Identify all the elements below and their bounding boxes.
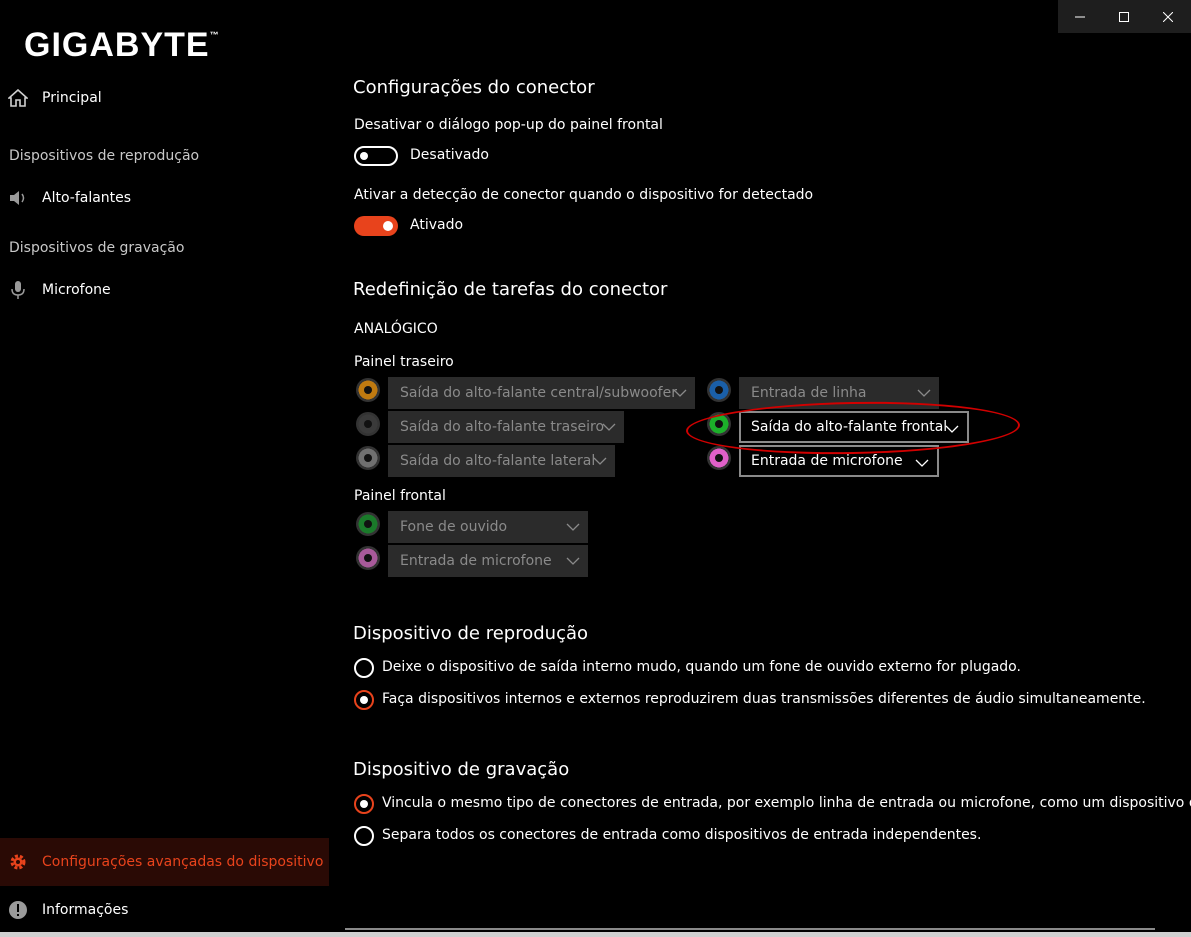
select-mic-in-front[interactable]: Entrada de microfone: [388, 545, 588, 577]
recording-devices-header: Dispositivos de gravação: [9, 240, 185, 256]
select-headphone[interactable]: Fone de ouvido: [388, 511, 588, 543]
window-bottom-border: [0, 932, 1191, 937]
minimize-button[interactable]: [1058, 0, 1102, 33]
playback-option-1-label: Deixe o dispositivo de saída interno mud…: [382, 659, 1021, 675]
sidebar-item-label: Alto-falantes: [42, 190, 132, 206]
jack-mic-in-rear: [707, 446, 731, 470]
rear-panel-label: Painel traseiro: [354, 354, 454, 370]
recording-option-2-radio[interactable]: [354, 826, 374, 846]
chevron-down-icon: [593, 457, 607, 465]
recording-device-title: Dispositivo de gravação: [353, 759, 570, 780]
recording-option-1-radio[interactable]: [354, 794, 374, 814]
select-value: Fone de ouvido: [400, 519, 508, 535]
select-value: Saída do alto-falante traseiro: [400, 419, 605, 435]
close-icon: [1163, 11, 1173, 22]
jack-headphone: [356, 512, 380, 536]
jack-center-subwoofer: [356, 378, 380, 402]
annotation-circle: [685, 399, 1021, 457]
jack-line-in: [707, 378, 731, 402]
sidebar-item-advanced-settings[interactable]: Configurações avançadas do dispositivo: [0, 838, 329, 886]
detect-toggle[interactable]: [354, 216, 398, 236]
chevron-down-icon: [566, 557, 580, 565]
recording-option-2-label: Separa todos os conectores de entrada co…: [382, 827, 982, 843]
playback-option-2-radio[interactable]: [354, 690, 374, 710]
select-value: Entrada de microfone: [400, 553, 552, 569]
detect-state: Ativado: [410, 217, 464, 233]
maximize-button[interactable]: [1102, 0, 1146, 33]
sidebar-item-microfone[interactable]: Microfone: [0, 266, 329, 314]
maximize-icon: [1119, 11, 1129, 22]
jack-rear: [356, 412, 380, 436]
sidebar-item-label: Informações: [42, 902, 129, 918]
retasking-title: Redefinição de tarefas do conector: [353, 279, 668, 300]
recording-option-1-label: Vincula o mesmo tipo de conectores de en…: [382, 795, 1191, 811]
chevron-down-icon: [917, 389, 931, 397]
select-value: Entrada de linha: [751, 385, 867, 401]
sidebar-item-label: Configurações avançadas do dispositivo: [42, 854, 324, 870]
microphone-icon: [8, 280, 28, 300]
chevron-down-icon: [673, 389, 687, 397]
speaker-icon: [8, 188, 28, 208]
sidebar-item-principal[interactable]: Principal: [0, 74, 329, 122]
playback-device-title: Dispositivo de reprodução: [353, 623, 589, 644]
popup-label: Desativar o diálogo pop-up do painel fro…: [354, 117, 663, 133]
analog-label: ANALÓGICO: [354, 321, 438, 337]
select-value: Saída do alto-falante lateral: [400, 453, 596, 469]
sidebar-item-informacoes[interactable]: Informações: [0, 886, 329, 934]
popup-state: Desativado: [410, 147, 489, 163]
select-value: Entrada de microfone: [751, 453, 903, 469]
front-panel-label: Painel frontal: [354, 488, 446, 504]
select-value: Saída do alto-falante central/subwoofer: [400, 385, 677, 401]
sidebar-item-label: Microfone: [42, 282, 111, 298]
detect-label: Ativar a detecção de conector quando o d…: [354, 187, 814, 203]
jack-side: [356, 446, 380, 470]
minimize-icon: [1075, 16, 1085, 17]
horizontal-scrollbar[interactable]: [345, 928, 1155, 930]
select-center-subwoofer[interactable]: Saída do alto-falante central/subwoofer: [388, 377, 695, 409]
jack-mic-in-front: [356, 546, 380, 570]
connector-settings-title: Configurações do conector: [353, 77, 595, 98]
gigabyte-logo: GIGABYTE™: [24, 26, 220, 64]
chevron-down-icon: [602, 423, 616, 431]
popup-toggle[interactable]: [354, 146, 398, 166]
info-icon: [8, 900, 28, 920]
playback-option-2-label: Faça dispositivos internos e externos re…: [382, 691, 1146, 707]
chevron-down-icon: [566, 523, 580, 531]
chevron-down-icon: [915, 459, 929, 467]
window-controls: [1058, 0, 1191, 33]
playback-devices-header: Dispositivos de reprodução: [9, 148, 200, 164]
select-rear[interactable]: Saída do alto-falante traseiro: [388, 411, 624, 443]
gear-icon: [8, 852, 28, 872]
home-icon: [8, 88, 28, 108]
select-side[interactable]: Saída do alto-falante lateral: [388, 445, 615, 477]
sidebar-item-alto-falantes[interactable]: Alto-falantes: [0, 174, 329, 222]
sidebar-item-label: Principal: [42, 90, 102, 106]
playback-option-1-radio[interactable]: [354, 658, 374, 678]
close-button[interactable]: [1146, 0, 1190, 33]
